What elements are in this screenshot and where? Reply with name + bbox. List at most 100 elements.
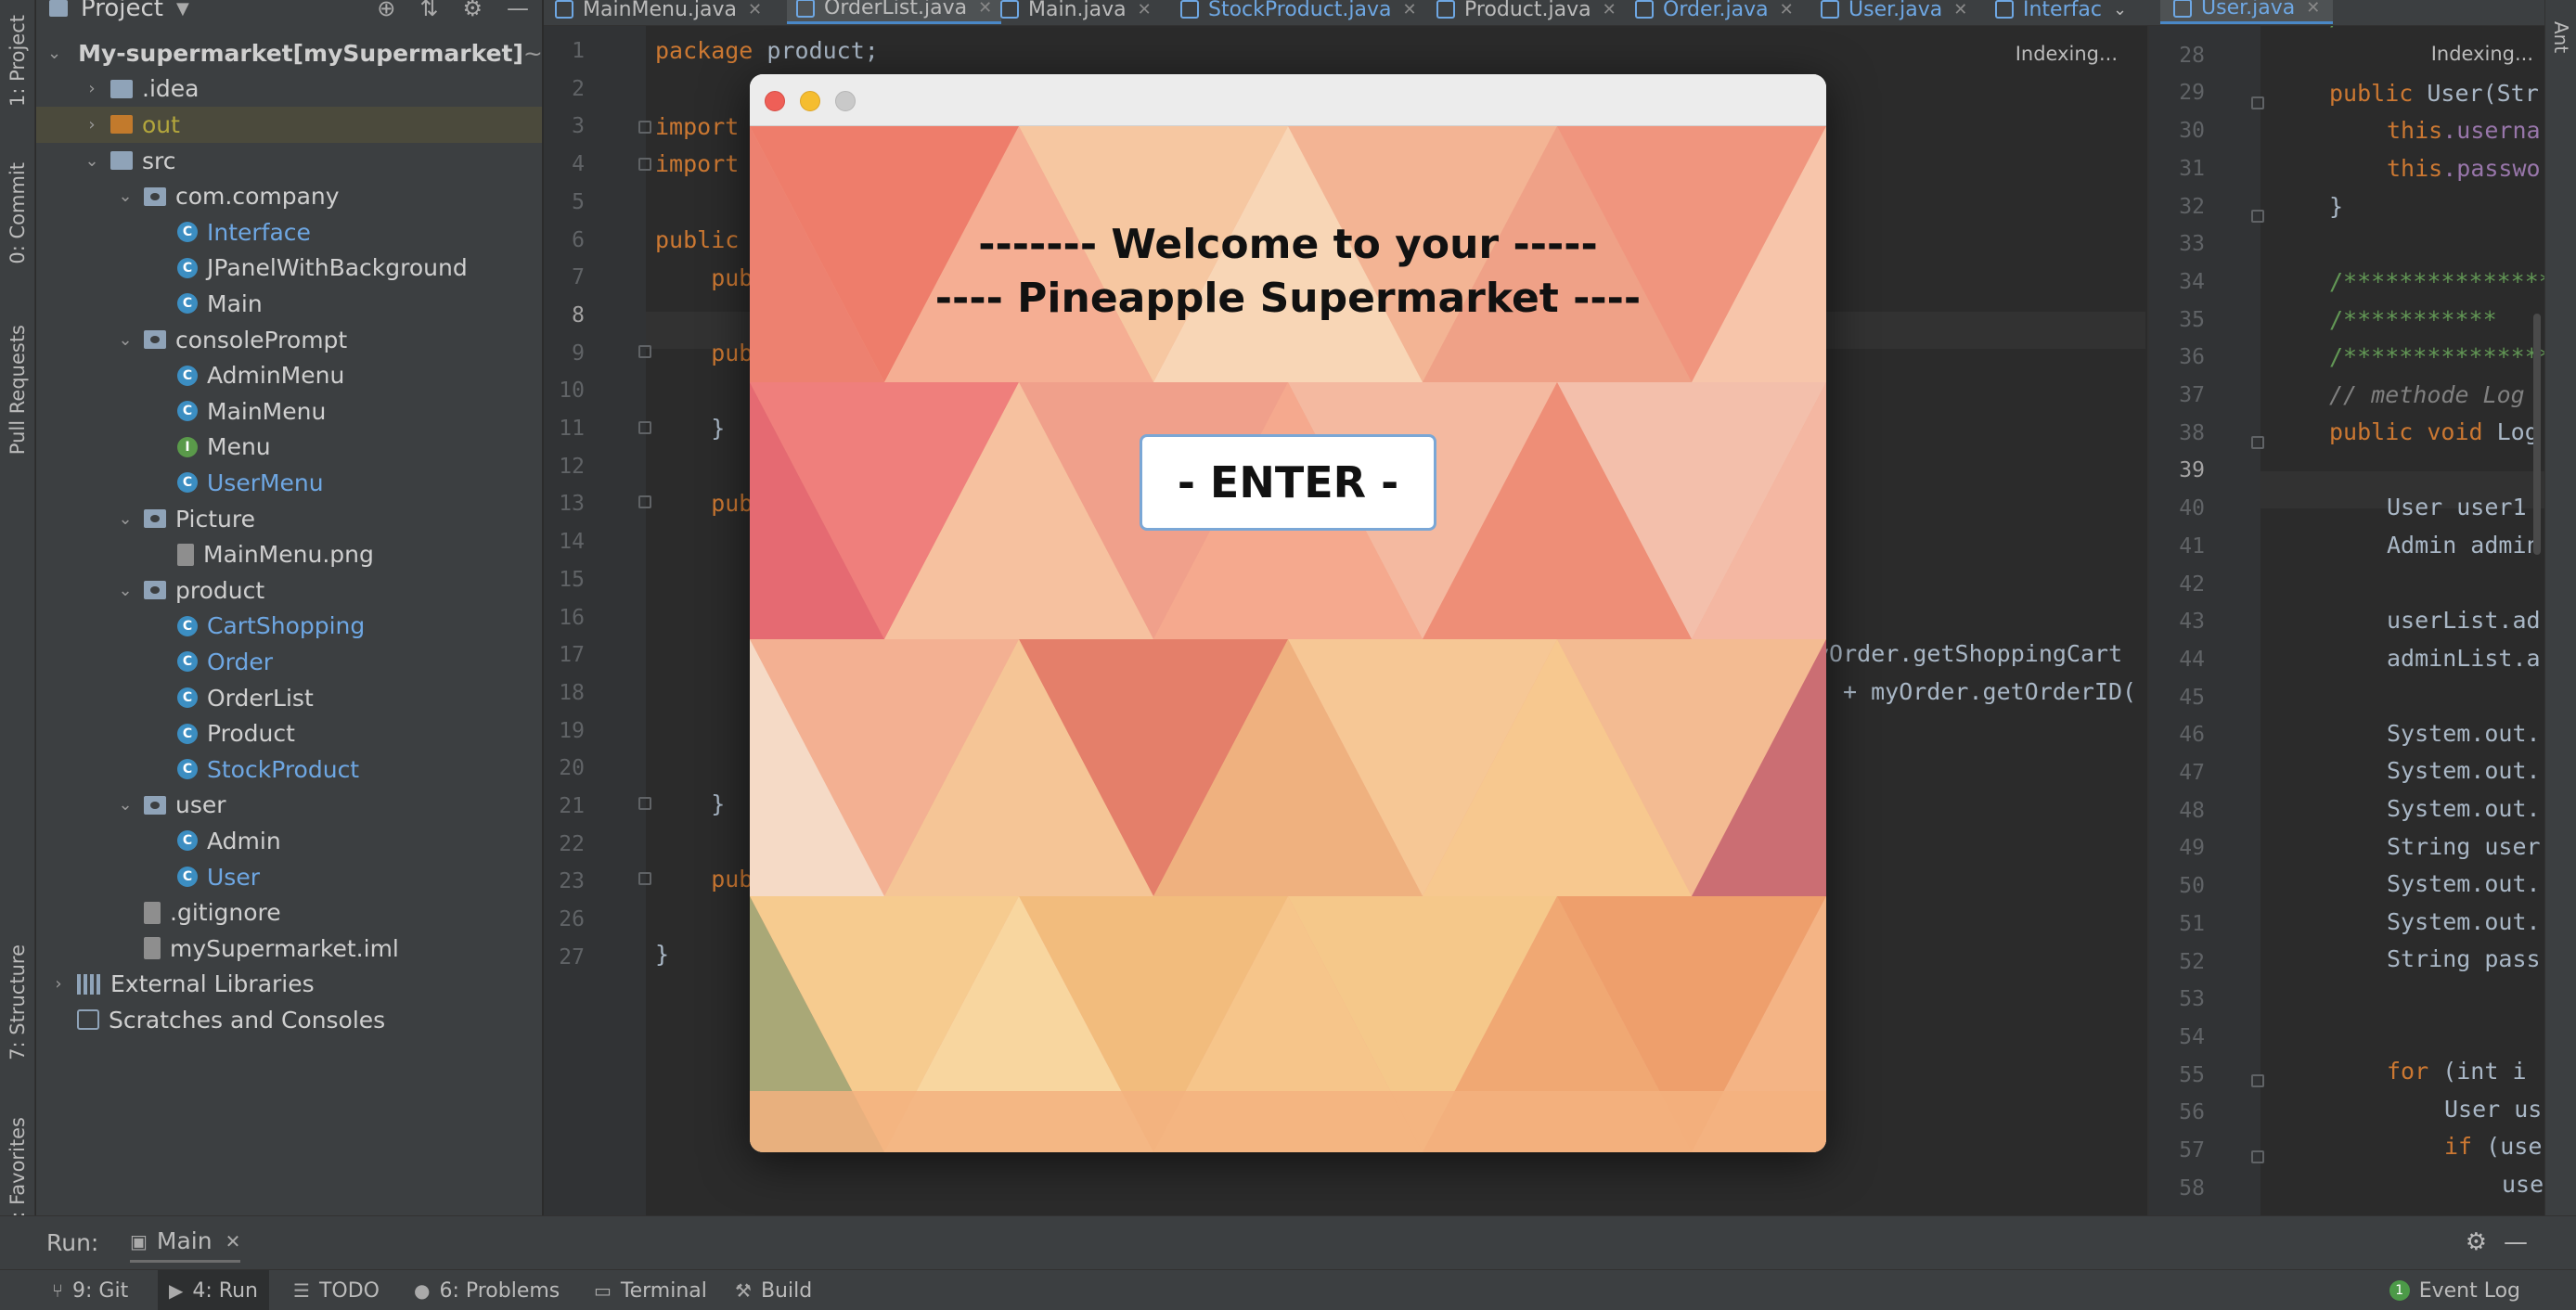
fold-marker-icon[interactable] [2251, 96, 2264, 109]
tab-stockproduct-java[interactable]: StockProduct.java ✕ [1180, 0, 1417, 24]
event-log-button[interactable]: 1 Event Log [2389, 1270, 2520, 1310]
collapse-all-icon[interactable]: ⇅ [419, 0, 438, 21]
chevron-down-icon[interactable]: ⌄ [2113, 0, 2127, 19]
tree-item[interactable]: C Main [36, 286, 542, 322]
close-icon[interactable]: ✕ [1403, 0, 1417, 19]
tool-tab-commit[interactable]: 0: Commit [0, 148, 35, 278]
tree-item[interactable]: C Admin [36, 823, 542, 859]
fold-marker-icon[interactable] [638, 872, 651, 885]
enter-button[interactable]: - ENTER - [1140, 434, 1436, 531]
chevron-down-icon[interactable]: ⌄ [81, 151, 103, 171]
todo-tool-button[interactable]: ☰ TODO [293, 1270, 380, 1310]
chevron-right-icon[interactable]: › [81, 115, 103, 135]
chevron-down-icon[interactable]: ⌄ [114, 795, 136, 815]
fold-marker-icon[interactable] [638, 158, 651, 171]
close-window-button[interactable] [765, 91, 785, 111]
tree-item[interactable]: C MainMenu [36, 393, 542, 430]
tab-product-java[interactable]: Product.java ✕ [1436, 0, 1616, 24]
chevron-down-icon[interactable]: ⌄ [114, 581, 136, 600]
tree-item[interactable]: C StockProduct [36, 751, 542, 788]
fold-marker-icon[interactable] [638, 421, 651, 434]
run-config-tab[interactable]: ▣ Main ✕ [130, 1222, 241, 1263]
tree-item[interactable]: ⌄ Picture [36, 501, 542, 537]
fold-marker-icon[interactable] [2251, 210, 2264, 223]
tree-item[interactable]: C User [36, 859, 542, 895]
tree-item[interactable]: ⌄ product [36, 572, 542, 609]
fold-marker-icon[interactable] [638, 495, 651, 508]
minimize-window-button[interactable] [800, 91, 820, 111]
tab-order-java[interactable]: Order.java ✕ [1635, 0, 1794, 24]
tool-tab-project[interactable]: 1: Project [0, 0, 35, 121]
tree-item[interactable]: C OrderList [36, 680, 542, 716]
fold-marker-icon[interactable] [638, 345, 651, 358]
close-icon[interactable]: ✕ [978, 0, 992, 18]
tree-item-label: OrderList [207, 684, 314, 712]
fold-marker-icon[interactable] [638, 121, 651, 134]
close-icon[interactable]: ✕ [748, 0, 762, 19]
fold-marker-icon[interactable] [638, 797, 651, 810]
tree-item[interactable]: ⌄ user [36, 788, 542, 824]
problems-tool-button[interactable]: ● 6: Problems [414, 1270, 560, 1310]
tab-user-java[interactable]: User.java ✕ [1821, 0, 1967, 24]
fold-marker-icon[interactable] [2251, 436, 2264, 449]
tab-interface-java[interactable]: Interfac ⌄ [1995, 0, 2127, 24]
tree-item[interactable]: I Menu [36, 430, 542, 466]
tree-item[interactable]: mySupermarket.iml [36, 931, 542, 967]
git-tool-button[interactable]: ⑂ 9: Git [52, 1270, 128, 1310]
zoom-window-button[interactable] [835, 91, 856, 111]
tool-tab-ant[interactable]: Ant [2545, 0, 2576, 74]
tree-item[interactable]: ⌄ com.company [36, 178, 542, 214]
tree-item[interactable]: Scratches and Consoles [36, 1002, 542, 1038]
terminal-tool-button[interactable]: ▭ Terminal [594, 1270, 707, 1310]
tree-item[interactable]: MainMenu.png [36, 536, 542, 572]
tree-item[interactable]: C AdminMenu [36, 357, 542, 393]
tree-item[interactable]: › out [36, 107, 542, 143]
run-tool-button[interactable]: ▶ 4: Run [158, 1270, 269, 1310]
tree-item[interactable]: › External Libraries [36, 967, 542, 1003]
build-tool-button[interactable]: ⚒ Build [735, 1270, 812, 1310]
close-icon[interactable]: ✕ [225, 1230, 241, 1252]
chevron-right-icon[interactable]: › [47, 974, 70, 994]
tab-label: MainMenu.java [583, 0, 738, 21]
tree-item[interactable]: C Interface [36, 214, 542, 250]
tree-item[interactable]: .gitignore [36, 894, 542, 931]
tab-main-java[interactable]: Main.java ✕ [1000, 0, 1152, 24]
tool-tab-structure[interactable]: 7: Structure [0, 928, 35, 1076]
fold-marker-icon[interactable] [2251, 1150, 2264, 1163]
tree-item[interactable]: C JPanelWithBackground [36, 250, 542, 287]
tab-orderlist-java[interactable]: OrderList.java ✕ [787, 0, 1002, 24]
tab-mainmenu-java[interactable]: MainMenu.java ✕ [555, 0, 762, 24]
tool-tab-pull-requests[interactable]: Pull Requests [0, 306, 35, 473]
close-icon[interactable]: ✕ [1603, 0, 1616, 19]
close-icon[interactable]: ✕ [1780, 0, 1794, 19]
tree-item[interactable]: › .idea [36, 71, 542, 108]
editor-scrollbar[interactable] [2533, 314, 2541, 555]
gear-icon[interactable]: ⚙ [462, 0, 483, 21]
close-icon[interactable]: ✕ [1953, 0, 1967, 19]
tab-user-java-right[interactable]: User.java ✕ [2160, 0, 2334, 24]
tree-item[interactable]: C Product [36, 715, 542, 751]
locate-icon[interactable]: ⊕ [377, 0, 395, 21]
fold-marker-icon[interactable] [2251, 1074, 2264, 1087]
close-icon[interactable]: ✕ [2306, 0, 2320, 18]
tree-item[interactable]: C CartShopping [36, 609, 542, 645]
chevron-down-icon[interactable]: ⌄ [114, 509, 136, 529]
tree-item[interactable]: ⌄ My-supermarket [mySupermarket] ~/ [36, 35, 542, 71]
chevron-down-icon[interactable]: ▼ [176, 0, 189, 19]
problems-tool-label: 6: Problems [439, 1278, 560, 1303]
chevron-down-icon[interactable]: ⌄ [114, 186, 136, 206]
project-panel-title[interactable]: Project [81, 0, 163, 22]
gear-icon[interactable]: ⚙ [2466, 1222, 2487, 1263]
tree-item[interactable]: ⌄ src [36, 143, 542, 179]
tree-item[interactable]: C Order [36, 644, 542, 680]
chevron-down-icon[interactable]: ⌄ [47, 44, 61, 63]
tree-item[interactable]: C UserMenu [36, 465, 542, 501]
tree-item[interactable]: ⌄ consolePrompt [36, 322, 542, 358]
window-titlebar[interactable] [750, 74, 1826, 126]
minimize-icon[interactable]: — [2504, 1222, 2528, 1263]
close-icon[interactable]: ✕ [1138, 0, 1152, 19]
chevron-right-icon[interactable]: › [81, 79, 103, 98]
chevron-down-icon[interactable]: ⌄ [114, 330, 136, 350]
minimize-icon[interactable]: — [507, 0, 529, 21]
editor-user[interactable]: 27 28 29 30 31 32 33 34 35 36 37 38 39 40 41 42 43 44 45 46… [2147, 26, 2544, 1215]
